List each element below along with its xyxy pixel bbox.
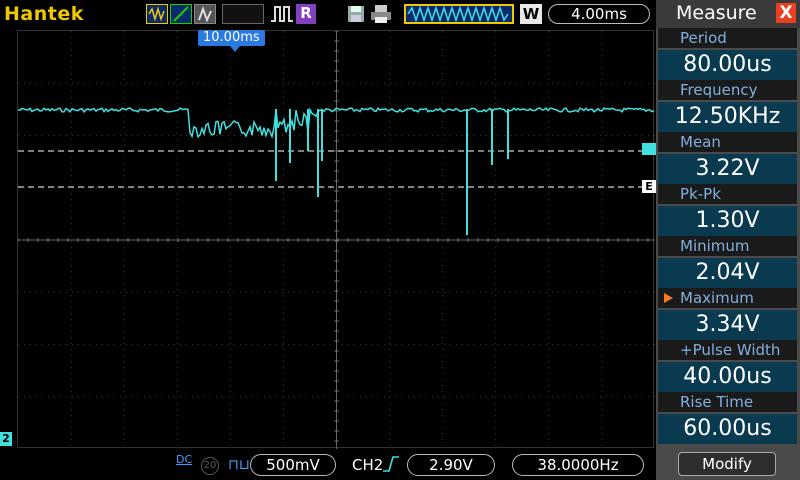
- waveform-display[interactable]: [17, 30, 655, 449]
- record-button[interactable]: R: [296, 4, 316, 24]
- selection-arrow-icon: [664, 293, 673, 303]
- pass-fail-icon[interactable]: [170, 4, 192, 24]
- measure-label-mean[interactable]: Mean: [658, 132, 797, 152]
- measure-label-maximum[interactable]: Maximum: [658, 288, 797, 308]
- close-icon[interactable]: X: [776, 3, 796, 23]
- measure-value-frequency: 12.50KHz: [658, 102, 797, 132]
- stop-indicator[interactable]: W: [520, 4, 542, 24]
- measure-label-frequency[interactable]: Frequency: [658, 80, 797, 100]
- volts-div-readout[interactable]: 500mV: [250, 454, 336, 476]
- measure-value-minimum: 2.04V: [658, 258, 797, 288]
- waveform-icon[interactable]: [194, 4, 216, 24]
- trigger-level-readout[interactable]: 2.90V: [407, 454, 495, 476]
- measure-label-rise-time[interactable]: Rise Time: [658, 392, 797, 412]
- measure-value-period: 80.00us: [658, 50, 797, 80]
- graticule: [18, 31, 655, 449]
- brand-logo: Hantek: [4, 3, 84, 25]
- measure-value-rise-time: 60.00us: [658, 414, 797, 444]
- bandwidth-limit-icon: 20: [201, 457, 219, 475]
- measure-title: Measure: [676, 2, 757, 24]
- edge-rising-icon: [382, 454, 400, 476]
- measure-value-maximum: 3.34V: [658, 310, 797, 340]
- measure-value-pkpk: 1.30V: [658, 206, 797, 236]
- measure-value-mean: 3.22V: [658, 154, 797, 184]
- dc-coupling-icon: DC: [176, 453, 193, 466]
- cursor-b-marker[interactable]: E: [642, 180, 656, 193]
- trigger-position-marker: [230, 46, 240, 52]
- trigger-position-badge: 10.00ms: [198, 30, 265, 46]
- measure-label-period[interactable]: Period: [658, 28, 797, 48]
- modify-button[interactable]: Modify: [678, 452, 776, 476]
- timebase-readout[interactable]: 4.00ms: [548, 4, 650, 24]
- measure-value-pulse-width: 40.00us: [658, 362, 797, 392]
- save-icon[interactable]: [346, 4, 366, 24]
- trigger-bar-icon: [404, 4, 514, 24]
- status-bar: Hantek R W 4.00ms: [0, 0, 656, 28]
- channel-status-bar: DC 20 ⊓⊔ 500mV CH2 2.90V 38.0000Hz: [0, 450, 656, 480]
- measure-panel: Measure X Period 80.00us Frequency 12.50…: [656, 0, 800, 480]
- print-icon[interactable]: [370, 4, 392, 24]
- frequency-readout[interactable]: 38.0000Hz: [512, 454, 644, 476]
- measure-header: Measure X: [656, 0, 800, 28]
- measure-label-minimum[interactable]: Minimum: [658, 236, 797, 256]
- display-slot: [222, 4, 264, 24]
- trigger-source: CH2: [352, 456, 384, 474]
- math-icon[interactable]: [146, 4, 168, 24]
- pulse-icon[interactable]: [270, 4, 294, 24]
- trigger-level-marker[interactable]: [642, 143, 656, 155]
- channel-marker[interactable]: 2: [0, 432, 12, 446]
- measure-label-pulse-width[interactable]: +Pulse Width: [658, 340, 797, 360]
- measure-label-pkpk[interactable]: Pk-Pk: [658, 184, 797, 204]
- probe-icon: ⊓⊔: [228, 457, 250, 473]
